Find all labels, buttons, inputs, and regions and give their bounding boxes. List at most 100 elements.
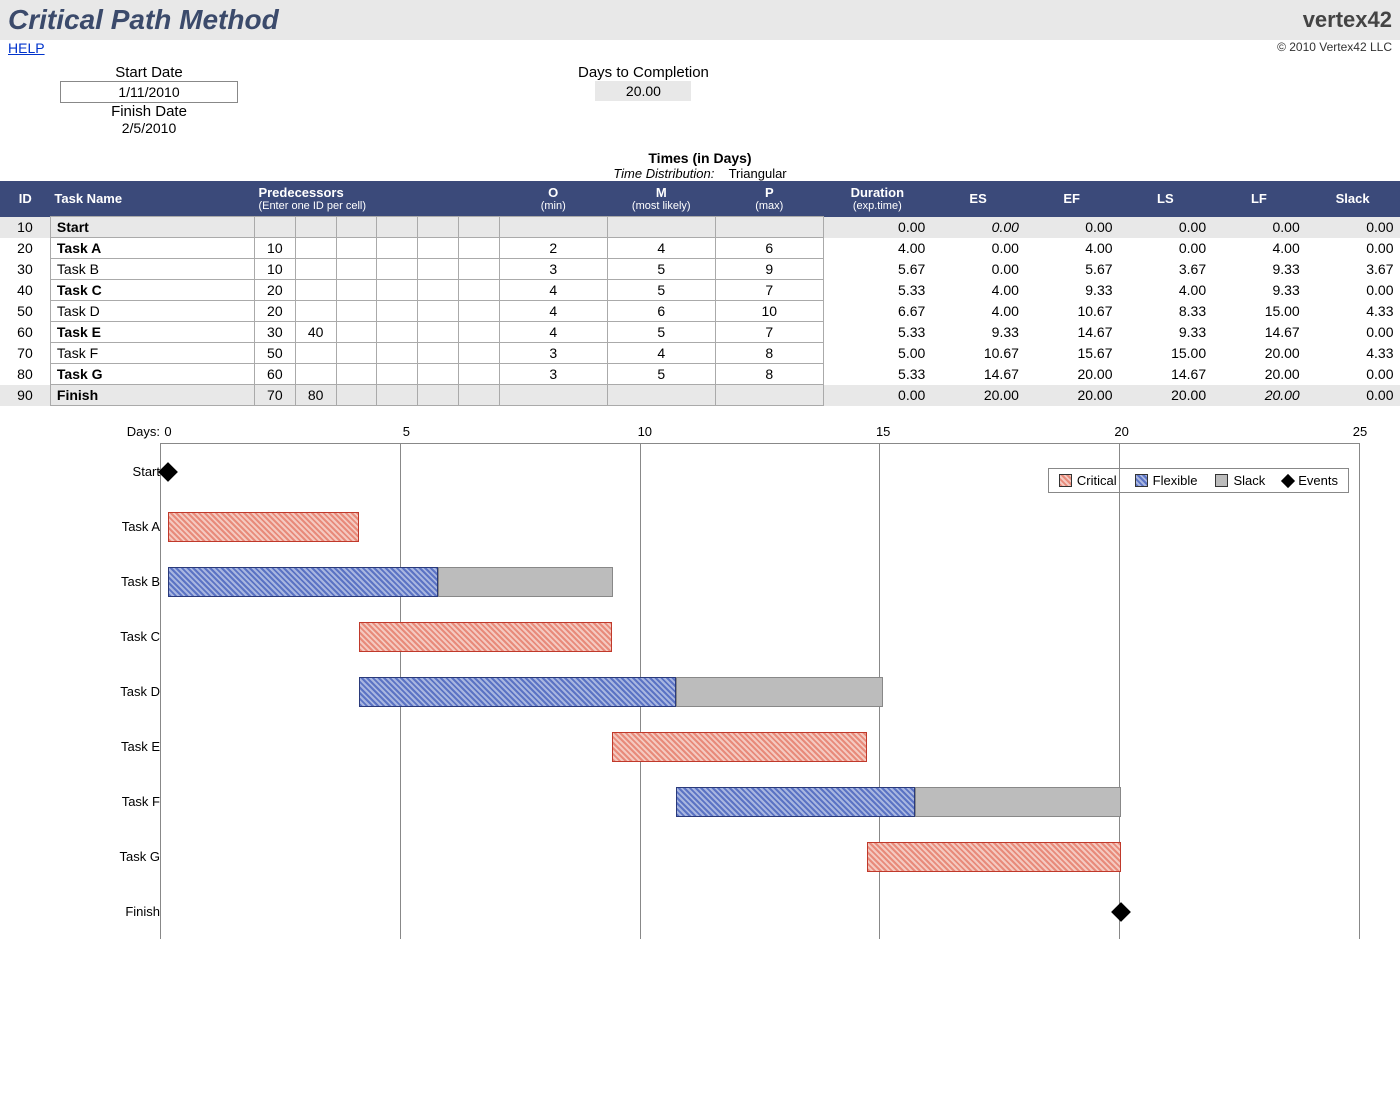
cell-pred[interactable] (418, 238, 459, 259)
cell-o[interactable]: 4 (499, 322, 607, 343)
cell-pred[interactable] (295, 259, 336, 280)
cell-m[interactable]: 5 (607, 322, 715, 343)
cell-p[interactable] (715, 217, 823, 238)
cell-pred[interactable] (418, 280, 459, 301)
cell-pred[interactable] (377, 385, 418, 406)
start-date-input[interactable]: 1/11/2010 (60, 81, 238, 103)
cell-task[interactable]: Task B (50, 259, 254, 280)
cell-o[interactable] (499, 385, 607, 406)
cell-pred[interactable] (377, 217, 418, 238)
cell-pred[interactable] (418, 364, 459, 385)
cell-pred[interactable] (377, 322, 418, 343)
cell-pred[interactable] (418, 217, 459, 238)
cell-pred[interactable] (336, 343, 377, 364)
chart-row-bars (168, 842, 1359, 872)
cell-pred[interactable] (377, 280, 418, 301)
cell-pred[interactable] (295, 301, 336, 322)
cell-pred[interactable] (295, 217, 336, 238)
cell-pred[interactable] (377, 259, 418, 280)
cell-pred[interactable] (336, 280, 377, 301)
cell-p[interactable]: 8 (715, 364, 823, 385)
cell-pred[interactable] (418, 322, 459, 343)
cell-es: 14.67 (931, 364, 1025, 385)
cell-task[interactable]: Start (50, 217, 254, 238)
cell-pred[interactable]: 10 (254, 238, 295, 259)
cell-o[interactable]: 4 (499, 301, 607, 322)
cell-pred[interactable] (458, 364, 499, 385)
cell-p[interactable]: 7 (715, 322, 823, 343)
cell-pred[interactable] (377, 364, 418, 385)
cell-pred[interactable] (336, 238, 377, 259)
cell-p[interactable]: 10 (715, 301, 823, 322)
gridline (1359, 444, 1360, 939)
cell-pred[interactable]: 50 (254, 343, 295, 364)
cell-m[interactable] (607, 385, 715, 406)
cell-pred[interactable]: 60 (254, 364, 295, 385)
help-link[interactable]: HELP (8, 40, 45, 56)
cell-task[interactable]: Task F (50, 343, 254, 364)
cell-p[interactable]: 6 (715, 238, 823, 259)
cell-o[interactable]: 3 (499, 364, 607, 385)
cell-pred[interactable] (458, 238, 499, 259)
cell-pred[interactable] (458, 385, 499, 406)
cell-pred[interactable] (377, 343, 418, 364)
cell-task[interactable]: Finish (50, 385, 254, 406)
cell-task[interactable]: Task C (50, 280, 254, 301)
cell-m[interactable] (607, 217, 715, 238)
cell-pred[interactable] (336, 364, 377, 385)
table-row: 50Task D2046106.674.0010.678.3315.004.33 (0, 301, 1400, 322)
cell-pred[interactable] (458, 301, 499, 322)
cell-pred[interactable]: 20 (254, 280, 295, 301)
cell-pred[interactable] (458, 217, 499, 238)
cell-pred[interactable] (295, 238, 336, 259)
cell-pred[interactable] (458, 259, 499, 280)
cell-pred[interactable] (418, 385, 459, 406)
cell-m[interactable]: 6 (607, 301, 715, 322)
times-header: Times (in Days) (0, 150, 1400, 166)
cell-pred[interactable] (458, 322, 499, 343)
cell-o[interactable] (499, 217, 607, 238)
cell-m[interactable]: 5 (607, 364, 715, 385)
cell-p[interactable] (715, 385, 823, 406)
cell-pred[interactable]: 40 (295, 322, 336, 343)
cell-pred[interactable] (418, 259, 459, 280)
cell-lf: 15.00 (1212, 301, 1306, 322)
cell-dur: 0.00 (823, 385, 931, 406)
cell-pred[interactable]: 70 (254, 385, 295, 406)
cell-task[interactable]: Task G (50, 364, 254, 385)
cell-m[interactable]: 4 (607, 238, 715, 259)
cell-pred[interactable] (295, 364, 336, 385)
cell-pred[interactable] (377, 238, 418, 259)
cell-pred[interactable] (377, 301, 418, 322)
cell-m[interactable]: 4 (607, 343, 715, 364)
cell-slack: 0.00 (1306, 280, 1400, 301)
cell-pred[interactable] (336, 385, 377, 406)
cell-task[interactable]: Task E (50, 322, 254, 343)
cell-pred[interactable] (336, 301, 377, 322)
cell-m[interactable]: 5 (607, 280, 715, 301)
cell-pred[interactable]: 20 (254, 301, 295, 322)
cell-pred[interactable]: 30 (254, 322, 295, 343)
cell-m[interactable]: 5 (607, 259, 715, 280)
cell-p[interactable]: 9 (715, 259, 823, 280)
cell-pred[interactable] (458, 343, 499, 364)
cell-pred[interactable] (418, 301, 459, 322)
cell-p[interactable]: 8 (715, 343, 823, 364)
cell-pred[interactable]: 80 (295, 385, 336, 406)
cell-pred[interactable] (336, 322, 377, 343)
cell-pred[interactable] (418, 343, 459, 364)
cell-pred[interactable] (295, 343, 336, 364)
cell-task[interactable]: Task D (50, 301, 254, 322)
cell-o[interactable]: 4 (499, 280, 607, 301)
cell-pred[interactable] (336, 259, 377, 280)
cell-pred[interactable] (254, 217, 295, 238)
cell-task[interactable]: Task A (50, 238, 254, 259)
cell-pred[interactable] (336, 217, 377, 238)
cell-o[interactable]: 2 (499, 238, 607, 259)
cell-pred[interactable]: 10 (254, 259, 295, 280)
cell-p[interactable]: 7 (715, 280, 823, 301)
cell-o[interactable]: 3 (499, 343, 607, 364)
cell-o[interactable]: 3 (499, 259, 607, 280)
cell-pred[interactable] (458, 280, 499, 301)
cell-pred[interactable] (295, 280, 336, 301)
